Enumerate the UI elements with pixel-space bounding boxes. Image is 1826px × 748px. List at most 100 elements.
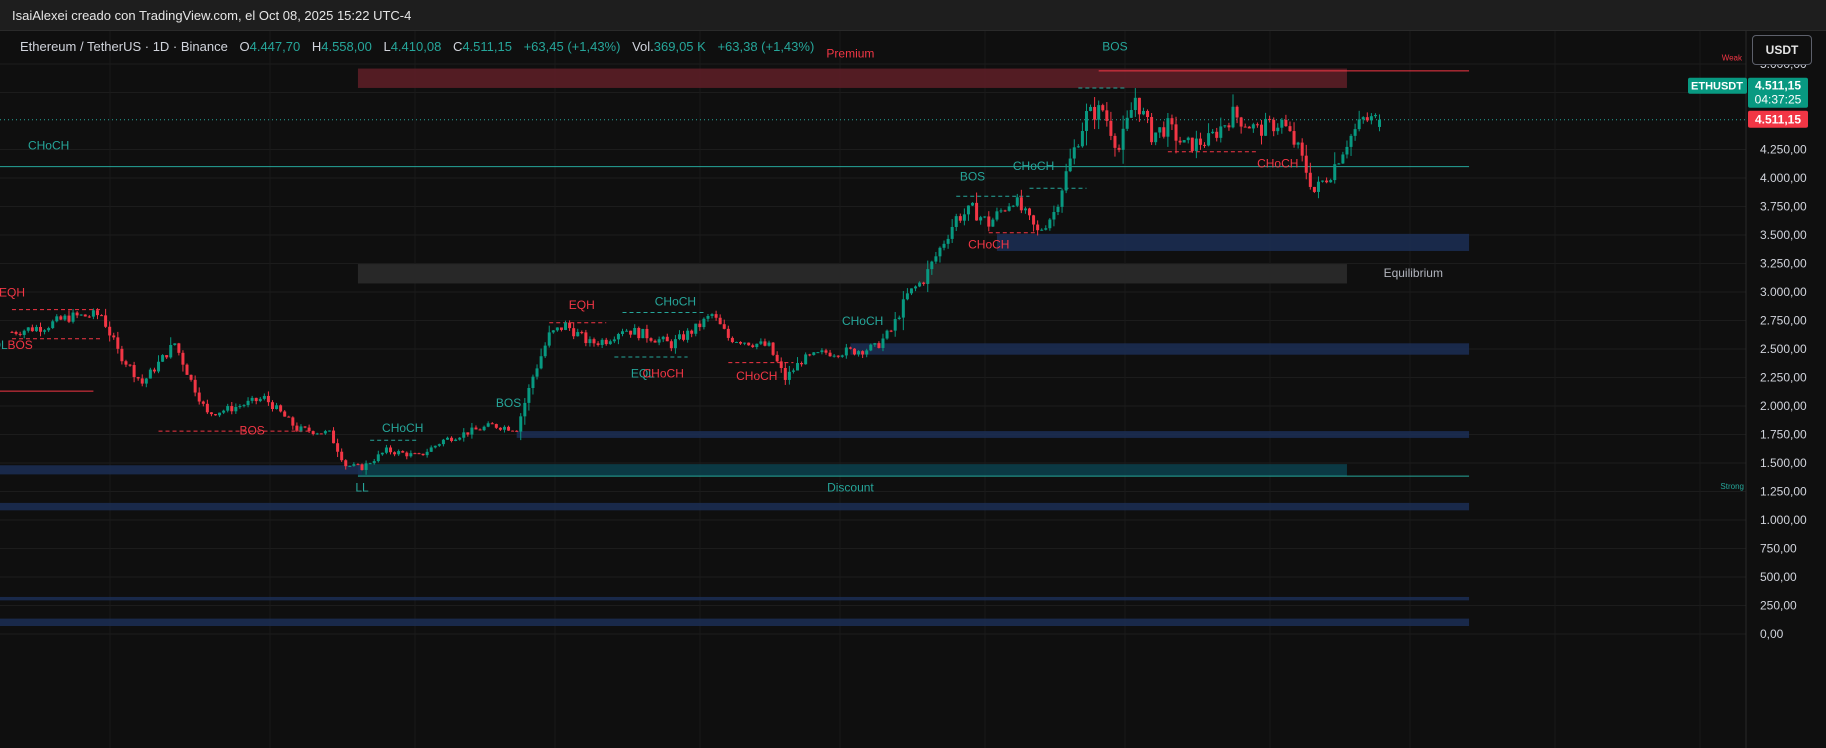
candle [1166,113,1170,147]
candle [722,319,726,330]
candle [169,337,173,359]
candle [714,310,718,321]
price-axis-label: 250,00 [1760,599,1797,613]
candle [1186,136,1190,144]
candle [682,330,686,342]
candle [1349,133,1353,156]
candle-body [55,316,59,322]
candle-body [612,339,616,342]
candle-body [576,332,580,337]
candle-body [739,341,743,344]
candle-body [124,361,128,365]
volume-change-value: +63,38 (+1,43%) [717,39,815,54]
candle-body [857,351,861,355]
candle-body [1276,127,1280,132]
candle-body [498,427,502,430]
candle [230,401,234,415]
candle-body [559,327,563,330]
candle-body [1243,126,1247,128]
candle-body [547,332,551,346]
candle [653,339,657,343]
candle-body [950,226,954,239]
candle-body [616,333,620,340]
candle-body [804,354,808,365]
candle-body [938,247,942,257]
candle-body [779,361,783,368]
candle [796,357,800,371]
candle-body [18,333,22,335]
price-axis-label: 1.000,00 [1760,513,1807,527]
candle [1215,127,1219,142]
candle [958,213,962,223]
structure-label: CHoCH [655,295,696,309]
candle [523,398,527,425]
candle-body [649,338,653,341]
candle [502,425,506,433]
candle-body [861,351,865,355]
candle-body [1186,137,1190,141]
candle [38,322,42,337]
candle [641,328,645,339]
candle [1219,117,1223,143]
candle [1028,207,1031,220]
candle-body [592,339,596,344]
candle-body [1032,215,1036,225]
candle [486,421,490,428]
currency-button[interactable]: USDT [1752,35,1812,65]
candle [580,330,584,335]
candle-body [291,417,295,426]
candle [962,208,966,226]
candle-body [796,363,800,371]
candle [1129,102,1133,118]
candle-body [1084,111,1088,131]
candle [136,376,140,381]
candle [621,328,624,337]
candle [185,363,189,375]
candle-body [1146,110,1150,118]
candle [295,422,299,433]
candle [1170,114,1174,131]
candle [14,330,18,336]
candle-body [848,347,852,349]
candle [319,433,323,435]
candle [600,338,604,349]
candle [1154,132,1158,146]
candle [376,450,380,463]
candle [1052,205,1056,227]
chart-area[interactable]: CHoCHEQHEQLBOSBOSLLCHoCHBOSEQHCHoCHEQLCH… [0,31,1826,748]
candle-body [625,330,629,332]
candle [511,430,515,432]
candle-body [1288,126,1292,132]
candle-body [1052,212,1056,220]
candle [568,320,572,331]
volume-value: 369,05 K [653,39,706,54]
candle-body [458,437,462,440]
candle-body [767,342,771,346]
candle [1378,114,1382,132]
candle-body [384,447,388,453]
candle-body [747,342,751,346]
price-chart[interactable]: CHoCHEQHEQLBOSBOSLLCHoCHBOSEQHCHoCHEQLCH… [0,31,1826,748]
candle [10,330,14,333]
candle-body [1003,210,1007,212]
candle-body [311,431,315,435]
candle-body [608,341,612,345]
price-axis-label: 750,00 [1760,542,1797,556]
candle-body [136,377,140,379]
price-axis-label: 3.000,00 [1760,285,1807,299]
candle [1003,209,1007,212]
candle-body [1321,180,1325,182]
candle [633,324,637,335]
candle-body [258,398,262,402]
candle [975,192,979,221]
candle-body [169,344,173,358]
change-value: +63,45 (+1,43%) [523,39,621,54]
candle-body [1048,219,1052,229]
candle [1044,225,1048,231]
price-axis-label: 1.750,00 [1760,428,1807,442]
candle-body [1141,110,1145,115]
countdown-text: 04:37:25 [1755,93,1802,107]
symbol-title[interactable]: Ethereum / TetherUS · 1D · Binance [20,39,228,54]
candle [266,391,270,406]
candle [494,423,498,429]
